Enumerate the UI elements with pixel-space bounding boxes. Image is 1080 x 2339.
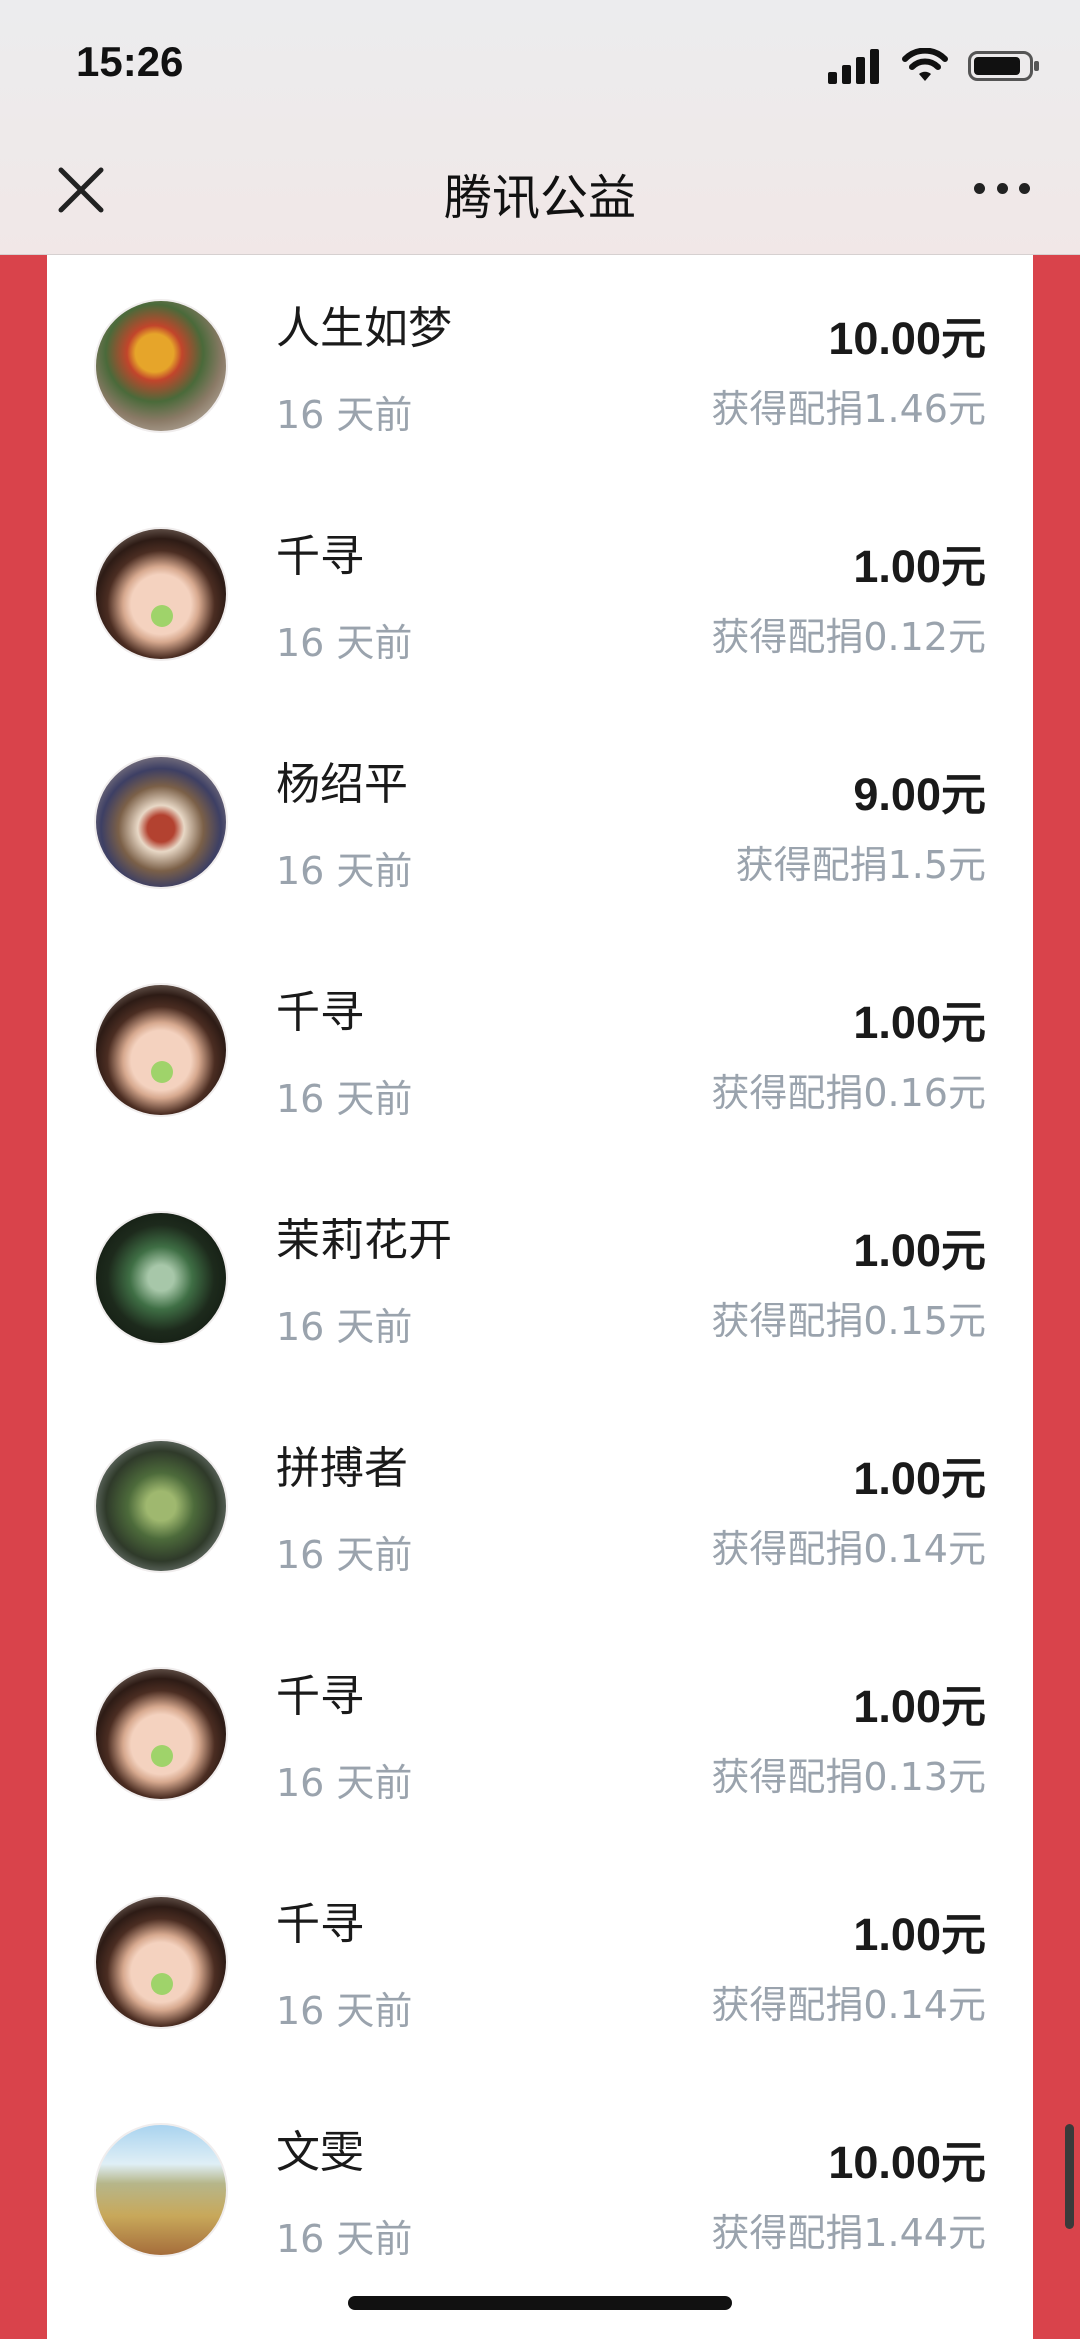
screen: 15:26 腾讯公益 人生如梦 16 天前 10.00元 获得配捐1.46元 千… (0, 0, 1080, 2339)
dot (996, 183, 1008, 194)
list-item[interactable]: 茉莉花开 16 天前 1.00元 获得配捐0.15元 (47, 1166, 1033, 1394)
donation-amount: 1.00元 (853, 1681, 986, 1732)
avatar (94, 1439, 228, 1573)
dot (974, 183, 985, 194)
donation-amount: 1.00元 (853, 997, 986, 1048)
donor-name: 千寻 (276, 987, 364, 1038)
more-dots-icon[interactable] (974, 183, 1030, 197)
avatar (94, 299, 228, 433)
status-icons (828, 46, 1040, 86)
donation-amount: 10.00元 (828, 2137, 986, 2188)
donation-time: 16 天前 (276, 1533, 413, 1577)
status-time: 15:26 (76, 38, 184, 85)
match-amount: 获得配捐0.16元 (711, 1071, 986, 1115)
donation-time: 16 天前 (276, 2217, 413, 2261)
donor-name: 人生如梦 (276, 303, 452, 354)
match-amount: 获得配捐0.14元 (711, 1527, 986, 1571)
donation-time: 16 天前 (276, 621, 413, 665)
list-item[interactable]: 人生如梦 16 天前 10.00元 获得配捐1.46元 (47, 254, 1033, 482)
donor-name: 茉莉花开 (276, 1215, 452, 1266)
list-item[interactable]: 千寻 16 天前 1.00元 获得配捐0.16元 (47, 938, 1033, 1166)
avatar (94, 527, 228, 661)
donor-name: 文雯 (276, 2127, 364, 2178)
match-amount: 获得配捐1.5元 (735, 843, 986, 887)
donor-name: 拼搏者 (276, 1443, 408, 1494)
donation-amount: 1.00元 (853, 541, 986, 592)
donation-time: 16 天前 (276, 393, 413, 437)
donor-name: 千寻 (276, 1899, 364, 1950)
avatar (94, 983, 228, 1117)
donor-name: 千寻 (276, 531, 364, 582)
donation-amount: 1.00元 (853, 1225, 986, 1276)
list-item[interactable]: 杨绍平 16 天前 9.00元 获得配捐1.5元 (47, 710, 1033, 938)
avatar (94, 1667, 228, 1801)
list-item[interactable]: 文雯 16 天前 10.00元 获得配捐1.44元 (47, 2078, 1033, 2306)
top-bar: 15:26 腾讯公益 (0, 0, 1080, 255)
donation-time: 16 天前 (276, 1077, 413, 1121)
list-item[interactable]: 千寻 16 天前 1.00元 获得配捐0.14元 (47, 1850, 1033, 2078)
match-amount: 获得配捐1.44元 (711, 2211, 986, 2255)
list-item[interactable]: 千寻 16 天前 1.00元 获得配捐0.12元 (47, 482, 1033, 710)
match-amount: 获得配捐1.46元 (711, 387, 986, 431)
avatar (94, 1211, 228, 1345)
avatar (94, 755, 228, 889)
donation-amount: 10.00元 (828, 313, 986, 364)
donation-amount: 9.00元 (853, 769, 986, 820)
battery-icon (968, 51, 1039, 81)
match-amount: 获得配捐0.13元 (711, 1755, 986, 1799)
donation-time: 16 天前 (276, 1761, 413, 1805)
scrollbar[interactable] (1065, 2124, 1074, 2229)
donation-amount: 1.00元 (853, 1453, 986, 1504)
list-item[interactable]: 千寻 16 天前 1.00元 获得配捐0.13元 (47, 1622, 1033, 1850)
avatar (94, 1895, 228, 2029)
avatar (94, 2123, 228, 2257)
match-amount: 获得配捐0.15元 (711, 1299, 986, 1343)
home-indicator[interactable] (348, 2296, 732, 2310)
donation-time: 16 天前 (276, 1989, 413, 2033)
match-amount: 获得配捐0.14元 (711, 1983, 986, 2027)
page-title: 腾讯公益 (443, 170, 636, 226)
donor-name: 千寻 (276, 1671, 364, 1722)
list-item[interactable]: 拼搏者 16 天前 1.00元 获得配捐0.14元 (47, 1394, 1033, 1622)
signal-icon (828, 49, 879, 84)
donation-time: 16 天前 (276, 1305, 413, 1349)
donation-amount: 1.00元 (853, 1909, 986, 1960)
match-amount: 获得配捐0.12元 (711, 615, 986, 659)
dot (1019, 183, 1030, 194)
donation-list: 人生如梦 16 天前 10.00元 获得配捐1.46元 千寻 16 天前 1.0… (47, 254, 1033, 2339)
wifi-icon (902, 48, 948, 81)
donation-time: 16 天前 (276, 849, 413, 893)
donor-name: 杨绍平 (276, 759, 408, 810)
